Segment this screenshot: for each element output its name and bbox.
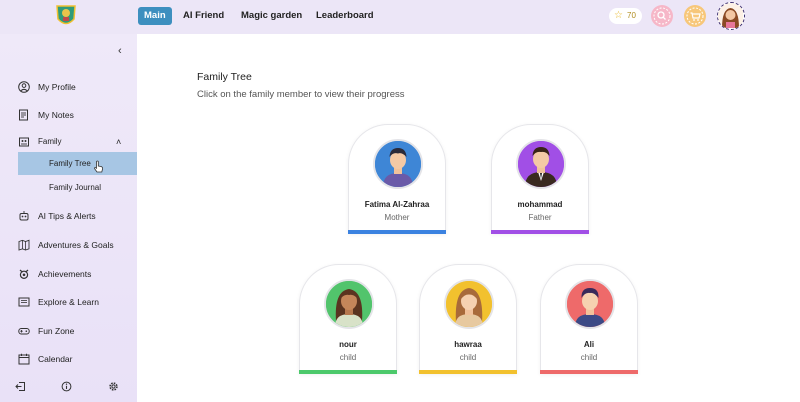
member-name: Fatima Al-Zahraa <box>364 200 430 209</box>
sidebar-sub-family-journal[interactable]: Family Journal <box>49 181 101 195</box>
top-bar: Main AI Friend Magic garden Leaderboard … <box>0 0 800 34</box>
medal-icon <box>19 269 29 280</box>
sidebar-item-label: Fun Zone <box>38 326 75 336</box>
sidebar-item-label: AI Tips & Alerts <box>38 211 96 221</box>
info-icon[interactable] <box>61 381 72 392</box>
sidebar-item-label: Adventures & Goals <box>38 240 114 250</box>
member-role: child <box>580 353 598 362</box>
coins-badge: ☆ 70 <box>609 8 642 24</box>
girl-avatar-icon <box>718 3 743 28</box>
user-avatar[interactable] <box>717 2 745 30</box>
member-card-father[interactable]: mohammad Father <box>491 124 589 234</box>
boy-avatar-icon <box>375 141 421 187</box>
user-circle-icon <box>18 81 30 93</box>
map-icon <box>18 239 30 251</box>
member-avatar <box>373 139 423 189</box>
member-color-bar <box>491 230 589 234</box>
gear-icon[interactable] <box>108 381 119 392</box>
logout-icon[interactable] <box>15 381 26 392</box>
sidebar-item-label: Achievements <box>38 269 92 279</box>
sidebar: ‹ My Profile My Notes Family ˄ Family Tr… <box>0 34 137 402</box>
sidebar-item-label: Explore & Learn <box>38 297 99 307</box>
book-icon <box>18 297 30 307</box>
hand-cursor-icon <box>94 160 103 173</box>
collapse-sidebar-icon[interactable]: ‹ <box>118 45 122 57</box>
search-icon <box>653 7 671 25</box>
member-color-bar <box>419 370 517 374</box>
tab-magic-garden[interactable]: Magic garden <box>241 7 302 25</box>
member-card-nour[interactable]: nour child <box>299 264 397 374</box>
member-role: Mother <box>384 213 410 222</box>
tab-ai-friend[interactable]: AI Friend <box>183 7 224 25</box>
member-role: Father <box>528 213 552 222</box>
star-icon: ☆ <box>614 10 623 21</box>
member-color-bar <box>540 370 638 374</box>
member-card-mother[interactable]: Fatima Al-Zahraa Mother <box>348 124 446 234</box>
cart-icon <box>686 7 704 25</box>
tab-main[interactable]: Main <box>138 7 172 25</box>
sidebar-item-label: My Notes <box>38 110 74 120</box>
page-subtitle: Click on the family member to view their… <box>197 89 405 100</box>
calendar-icon <box>18 353 30 365</box>
robot-icon <box>19 211 29 221</box>
notes-icon <box>19 109 28 121</box>
boy-avatar-icon <box>567 281 613 327</box>
member-name: nour <box>339 340 357 349</box>
girl-avatar-icon <box>446 281 492 327</box>
family-icon <box>19 137 29 147</box>
sidebar-item-label: My Profile <box>38 82 76 92</box>
man-avatar-icon <box>518 141 564 187</box>
member-avatar <box>565 279 615 329</box>
page-title: Family Tree <box>197 71 252 83</box>
chevron-up-icon[interactable]: ˄ <box>116 133 121 151</box>
member-name: mohammad <box>517 200 563 209</box>
sidebar-sub-family-tree[interactable]: Family Tree <box>49 157 91 171</box>
sidebar-item-label: Family <box>38 137 62 146</box>
member-avatar <box>444 279 494 329</box>
gamepad-icon <box>18 328 30 335</box>
girl-avatar-icon <box>326 281 372 327</box>
member-name: hawraa <box>454 340 482 349</box>
app-logo-icon[interactable] <box>54 3 78 29</box>
member-color-bar <box>348 230 446 234</box>
coins-count: 70 <box>627 11 636 20</box>
member-avatar <box>324 279 374 329</box>
member-role: child <box>459 353 477 362</box>
member-name: Ali <box>583 340 595 349</box>
sidebar-item-label: Calendar <box>38 354 73 364</box>
tab-leaderboard[interactable]: Leaderboard <box>316 7 374 25</box>
member-card-ali[interactable]: Ali child <box>540 264 638 374</box>
search-button[interactable] <box>651 5 673 27</box>
member-role: child <box>339 353 357 362</box>
cart-button[interactable] <box>684 5 706 27</box>
member-card-hawraa[interactable]: hawraa child <box>419 264 517 374</box>
member-avatar <box>516 139 566 189</box>
member-color-bar <box>299 370 397 374</box>
